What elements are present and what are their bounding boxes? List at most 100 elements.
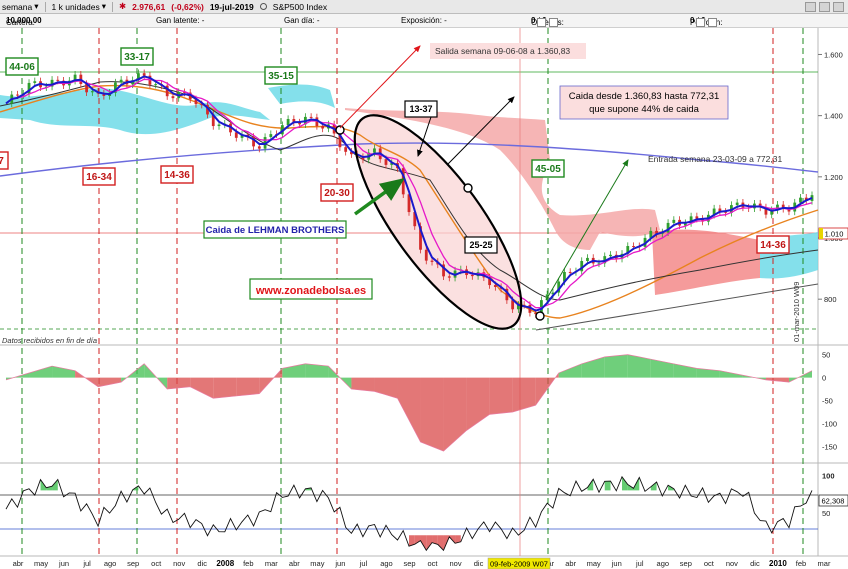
x-tick-label: sep: [403, 559, 415, 568]
signal-badge-text: 13-37: [409, 104, 432, 114]
x-tick-label: jul: [82, 559, 91, 568]
x-tick-label: 2008: [216, 559, 234, 568]
y-tick-label: 0: [822, 374, 826, 383]
y-tick-label: 1.400: [824, 112, 843, 121]
candle-body: [632, 246, 635, 248]
candle-body: [309, 116, 313, 118]
candle-body: [16, 94, 19, 96]
candle-body: [154, 84, 158, 86]
x-tick-label: sep: [127, 559, 139, 568]
signal-badge-text: 45-05: [535, 164, 561, 175]
x-tick-label: jul: [635, 559, 644, 568]
x-tick-label: may: [34, 559, 48, 568]
lehman-note: Caida de LEHMAN BROTHERS: [206, 225, 345, 236]
candle-body: [493, 285, 497, 287]
x-tick-label: feb: [796, 559, 806, 568]
x-tick-label: ago: [657, 559, 670, 568]
x-tick-label: nov: [173, 559, 185, 568]
signal-badge-text: 44-06: [9, 62, 35, 73]
candle-body: [373, 148, 376, 153]
x-tick-label: dic: [197, 559, 207, 568]
entry-note: Entrada semana 23-03-09 a 772,31: [648, 154, 782, 164]
candle-body: [384, 159, 388, 165]
y-tick-label: 50: [822, 509, 830, 518]
momentum-segment: [236, 377, 260, 396]
x-tick-label: ago: [104, 559, 117, 568]
chart-canvas[interactable]: Salida semana 09-06-08 a 1.360,83 Caida …: [0, 0, 848, 569]
y-axis-labels: 8001.0001.2001.4001.600500-50-100-150100…: [818, 50, 843, 518]
candle-body: [672, 219, 676, 223]
fall-note-line2: que supone 44% de caida: [589, 104, 700, 115]
x-tick-label: oct: [151, 559, 162, 568]
momentum-segment: [420, 377, 444, 452]
signal-badge-text: 33-17: [124, 52, 150, 63]
x-tick-label: abr: [13, 559, 24, 568]
candle-body: [217, 124, 221, 127]
x-tick-label: may: [587, 559, 601, 568]
fall-note-line1: Caida desde 1.360,83 hasta 772,31: [569, 91, 720, 102]
data-source-note: Datos recibidos en fin de día: [2, 336, 97, 345]
signal-badge-text: 7: [0, 156, 4, 167]
y-tick-label: 50: [822, 351, 830, 360]
candle-body: [142, 73, 146, 76]
candle-body: [447, 276, 451, 278]
candle-body: [735, 202, 739, 206]
candle-body: [171, 96, 175, 99]
candle-body: [609, 254, 612, 257]
signal-badge-text: 16-34: [86, 172, 112, 183]
cursor-date: 09-feb-2009 W07: [490, 560, 548, 569]
candle-body: [568, 271, 572, 273]
x-tick-label: jun: [334, 559, 345, 568]
x-tick-label: nov: [449, 559, 461, 568]
x-tick-label: abr: [289, 559, 300, 568]
y-tick-label: 100: [822, 471, 835, 480]
price-tag-marker: [819, 228, 823, 239]
signal-badge-text: 35-15: [268, 71, 294, 82]
momentum-segment: [604, 354, 628, 378]
y-tick-label: -150: [822, 443, 837, 452]
web-note: www.zonadebolsa.es: [255, 285, 366, 297]
candle-body: [33, 81, 37, 83]
y-tick-label: 1.600: [824, 50, 843, 59]
ellipse-handle[interactable]: [535, 311, 545, 321]
y-tick-label: -100: [822, 420, 837, 429]
momentum-segment: [489, 377, 513, 415]
x-tick-label: jul: [359, 559, 368, 568]
x-tick-label: 2010: [769, 559, 787, 568]
x-tick-label: ago: [380, 559, 393, 568]
rsi-tag: 62,308: [822, 497, 845, 506]
y-tick-label: -50: [822, 397, 833, 406]
x-tick-label: mar: [818, 559, 831, 568]
candle-body: [257, 146, 261, 149]
y-tick-label: 1.200: [824, 173, 843, 182]
ellipse-handle[interactable]: [463, 183, 473, 193]
ellipse-handle[interactable]: [335, 125, 345, 135]
signal-badge-text: 20-30: [324, 188, 350, 199]
candle-body: [56, 79, 60, 81]
x-axis-labels: abr may jun jul ago sep oct nov dic 2008 feb mar abr…: [13, 559, 831, 568]
signal-badge-text: 14-36: [164, 170, 190, 181]
signal-badge-text: 25-25: [469, 240, 492, 250]
candle-body: [90, 91, 94, 93]
x-tick-label: feb: [243, 559, 253, 568]
candle-body: [799, 197, 802, 203]
candle-body: [321, 126, 325, 129]
x-tick-label: dic: [474, 559, 484, 568]
candle-body: [470, 275, 474, 277]
overbought-fill: [604, 481, 611, 491]
candle-body: [269, 134, 273, 138]
x-tick-label: nov: [726, 559, 738, 568]
candle-body: [119, 79, 123, 83]
signal-badge-text: 14-36: [760, 240, 786, 251]
vertical-date-label: 01-mar-2010 W09: [792, 282, 801, 342]
x-tick-label: oct: [704, 559, 715, 568]
x-tick-label: may: [310, 559, 324, 568]
x-tick-label: oct: [428, 559, 439, 568]
candle-body: [234, 132, 238, 138]
candle-body: [424, 249, 428, 261]
x-tick-label: abr: [565, 559, 576, 568]
momentum-segment: [213, 377, 237, 399]
y-tick-label: 800: [824, 295, 837, 304]
x-tick-label: jun: [611, 559, 622, 568]
x-tick-label: sep: [680, 559, 692, 568]
